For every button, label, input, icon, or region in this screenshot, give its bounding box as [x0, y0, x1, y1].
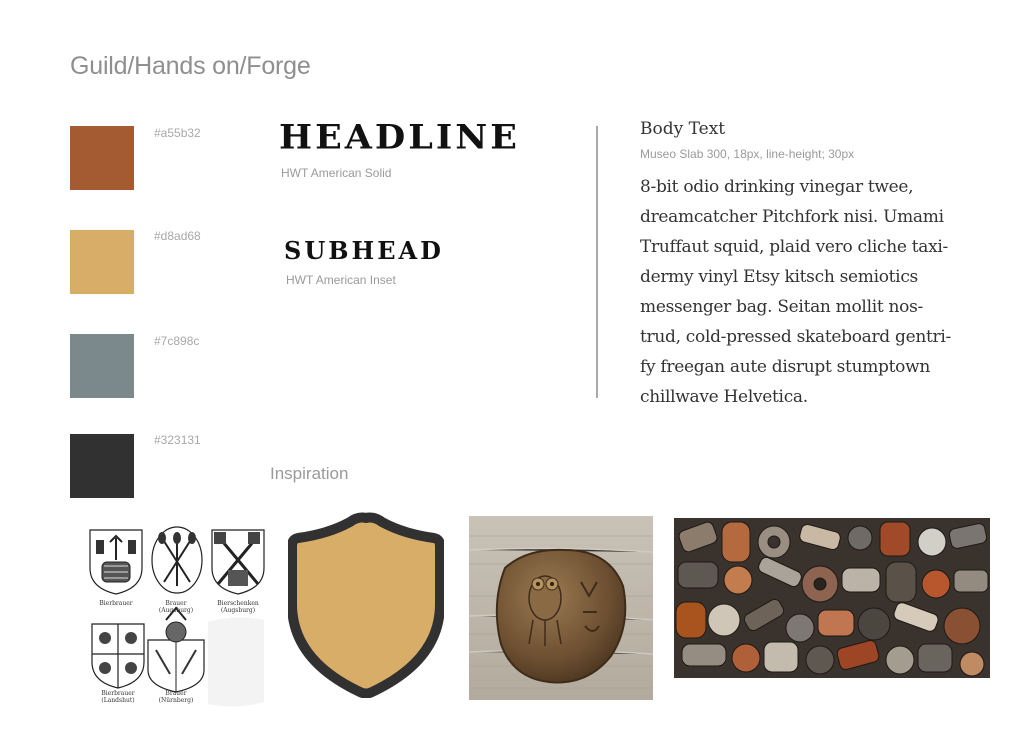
color-hex-label: #7c898c [154, 334, 200, 348]
body-text-title: Body Text [640, 119, 726, 139]
headline-font-name: HWT American Solid [281, 166, 392, 180]
crest-sublabel: (Augsburg) [220, 607, 256, 614]
shield-icon [287, 512, 445, 699]
body-text-spec: Museo Slab 300, 18px, line-height; 30px [640, 147, 855, 161]
coats-of-arms-image: Bierbrauer Brauer (Augsburg) Bierschenke… [86, 524, 268, 708]
color-hex-label: #d8ad68 [154, 229, 201, 243]
color-swatch-rust [70, 126, 134, 190]
inspiration-heading: Inspiration [270, 464, 349, 483]
crest-label: Brauer [165, 600, 187, 607]
body-text-line: trud, cold-pressed skateboard gentri- [640, 327, 951, 347]
color-hex-label: #a55b32 [154, 126, 201, 140]
subhead-font-name: HWT American Inset [286, 273, 396, 287]
subhead-sample: SUBHEAD [284, 236, 444, 265]
crest-sublabel: (Landshut) [101, 697, 135, 704]
crest-sublabel: (Augsburg) [158, 607, 194, 614]
page-title: Guild/Hands on/Forge [70, 52, 311, 80]
color-swatch-charcoal [70, 434, 134, 498]
crest-label: Bierschenken [217, 600, 259, 607]
crest-label: Bierbrauer [101, 690, 135, 697]
body-text-line: chillwave Helvetica. [640, 387, 808, 407]
coats-of-arms-illustration [89, 526, 265, 707]
headline-sample: HEADLINE [279, 118, 520, 157]
body-text-line: fy freegan aute disrupt stumptown [640, 357, 930, 377]
crest-label: Bierbrauer [99, 600, 133, 607]
section-divider [596, 126, 598, 398]
crest-sublabel: (Nürnberg) [158, 697, 194, 704]
color-hex-label: #323131 [154, 433, 201, 447]
owl-coin-photo [468, 516, 654, 700]
body-text-line: Truffaut squid, plaid vero cliche taxi- [640, 237, 948, 257]
body-text-line: 8-bit odio drinking vinegar twee, [640, 177, 914, 197]
body-text-line: messenger bag. Seitan mollit nos- [640, 297, 923, 317]
body-text-line: dreamcatcher Pitchfork nisi. Umami [640, 207, 944, 227]
color-swatch-gold [70, 230, 134, 294]
color-swatch-slate [70, 334, 134, 398]
body-text-line: dermy vinyl Etsy kitsch semiotics [640, 267, 918, 287]
body-text-sample: 8-bit odio drinking vinegar twee, dreamc… [640, 172, 970, 412]
scrap-metal-photo [674, 518, 990, 678]
crest-label: Brauer [165, 690, 187, 697]
